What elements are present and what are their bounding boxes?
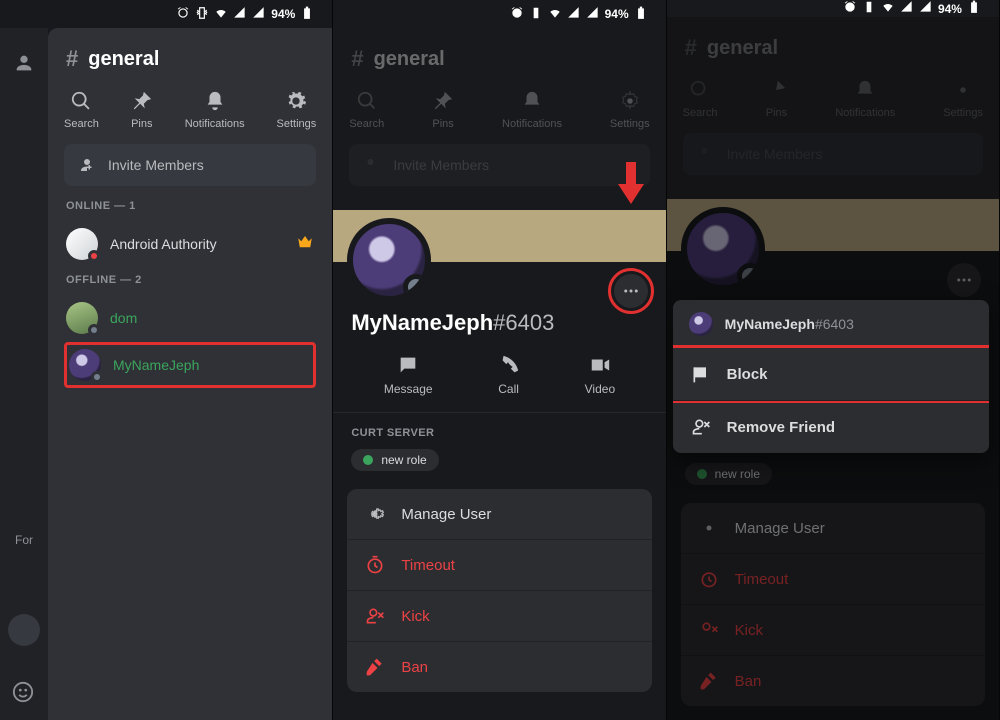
signal-icon: [900, 0, 914, 17]
signal-icon-2: [919, 0, 933, 17]
members-panel: # general Search Pins Notifications Sett…: [48, 28, 332, 720]
admin-actions-card: Manage User Timeout Kick Ban: [347, 489, 651, 692]
video-action[interactable]: Video: [585, 354, 615, 396]
settings-label: Settings: [277, 118, 317, 130]
ctx-tag: #6403: [815, 316, 854, 332]
screenshot-2: 94% #general Search Pins Notifications S…: [333, 0, 666, 720]
communication-row: Message Call Video: [333, 344, 665, 413]
role-pill[interactable]: new role: [351, 449, 438, 471]
wifi-icon: [214, 6, 228, 23]
search-label: Search: [64, 118, 99, 130]
user-profile-sheet: MyNameJeph#6403 Message Call Video CURT …: [333, 262, 665, 720]
battery-percent: 94%: [938, 2, 962, 16]
members-icon[interactable]: [13, 52, 35, 79]
signal-icon-2: [586, 6, 600, 23]
vibrate-icon: [195, 6, 209, 23]
pins-action[interactable]: Pins: [131, 90, 153, 130]
server-label: CURT SERVER: [351, 427, 647, 439]
battery-percent: 94%: [605, 7, 629, 21]
channel-name: general: [374, 48, 445, 71]
role-name: new role: [381, 453, 426, 467]
online-section: ONLINE — 1: [66, 200, 316, 212]
battery-icon: [300, 6, 314, 23]
user-context-menu: MyNameJeph#6403 Block Remove Friend: [673, 300, 989, 453]
notifications-label: Notifications: [185, 118, 245, 130]
screenshot-3: 94% #general Search Pins Notifications S…: [667, 0, 1000, 720]
tutorial-arrow-icon: [616, 162, 646, 204]
hash-icon: #: [66, 46, 78, 72]
channel-header: # general: [48, 28, 332, 78]
block-label: Block: [727, 366, 768, 383]
owner-crown-icon: [296, 233, 314, 256]
vibrate-icon: [529, 6, 543, 23]
signal-icon: [567, 6, 581, 23]
more-options-button[interactable]: [614, 274, 648, 308]
settings-action[interactable]: Settings: [277, 90, 317, 130]
remove-friend-item[interactable]: Remove Friend: [673, 400, 989, 453]
ban-item[interactable]: Ban: [347, 641, 651, 692]
signal-icon: [233, 6, 247, 23]
search-action[interactable]: Search: [64, 90, 99, 130]
status-bar: 94%: [333, 0, 665, 28]
signal-icon-2: [252, 6, 266, 23]
invite-label: Invite Members: [108, 157, 204, 173]
pins-label: Pins: [131, 118, 152, 130]
status-bar: 94%: [0, 0, 332, 28]
member-name: MyNameJeph: [113, 357, 199, 373]
ctx-username: MyNameJeph: [725, 316, 815, 332]
server-rail: For: [0, 28, 48, 720]
role-dot-icon: [363, 455, 373, 465]
server-section: CURT SERVER new role: [333, 413, 665, 475]
channel-name: general: [88, 48, 159, 71]
battery-icon: [634, 6, 648, 23]
screenshot-1: 94% For # general Search Pins Notificati…: [0, 0, 333, 720]
avatar-small: [689, 312, 713, 336]
user-tag: #6403: [493, 310, 554, 335]
battery-percent: 94%: [271, 7, 295, 21]
remove-friend-label: Remove Friend: [727, 419, 835, 436]
alarm-icon: [843, 0, 857, 17]
manage-user-item[interactable]: Manage User: [347, 489, 651, 539]
wifi-icon: [881, 0, 895, 17]
member-android-authority[interactable]: Android Authority: [64, 220, 316, 268]
emoji-icon[interactable]: [12, 681, 34, 708]
offline-section: OFFLINE — 2: [66, 274, 316, 286]
message-action[interactable]: Message: [384, 354, 433, 396]
call-action[interactable]: Call: [498, 354, 520, 396]
invite-members-button[interactable]: Invite Members: [64, 144, 316, 186]
more-options-button[interactable]: [947, 263, 981, 297]
self-avatar[interactable]: [8, 614, 40, 646]
alarm-icon: [176, 6, 190, 23]
notifications-action[interactable]: Notifications: [185, 90, 245, 130]
rail-for-label: For: [0, 533, 48, 547]
vibrate-icon: [862, 0, 876, 17]
username: MyNameJeph: [351, 310, 493, 335]
alarm-icon: [510, 6, 524, 23]
battery-icon: [967, 0, 981, 17]
status-bar: 94%: [667, 0, 999, 17]
block-item[interactable]: Block: [673, 345, 989, 403]
member-name: Android Authority: [110, 236, 217, 252]
channel-actions: Search Pins Notifications Settings: [48, 78, 332, 144]
timeout-item[interactable]: Timeout: [347, 539, 651, 590]
context-menu-header: MyNameJeph#6403: [673, 300, 989, 348]
profile-avatar[interactable]: [347, 218, 431, 302]
member-name: dom: [110, 310, 137, 326]
member-dom[interactable]: dom: [64, 294, 316, 342]
wifi-icon: [548, 6, 562, 23]
kick-item[interactable]: Kick: [347, 590, 651, 641]
member-mynamejeph[interactable]: MyNameJeph: [64, 342, 316, 388]
